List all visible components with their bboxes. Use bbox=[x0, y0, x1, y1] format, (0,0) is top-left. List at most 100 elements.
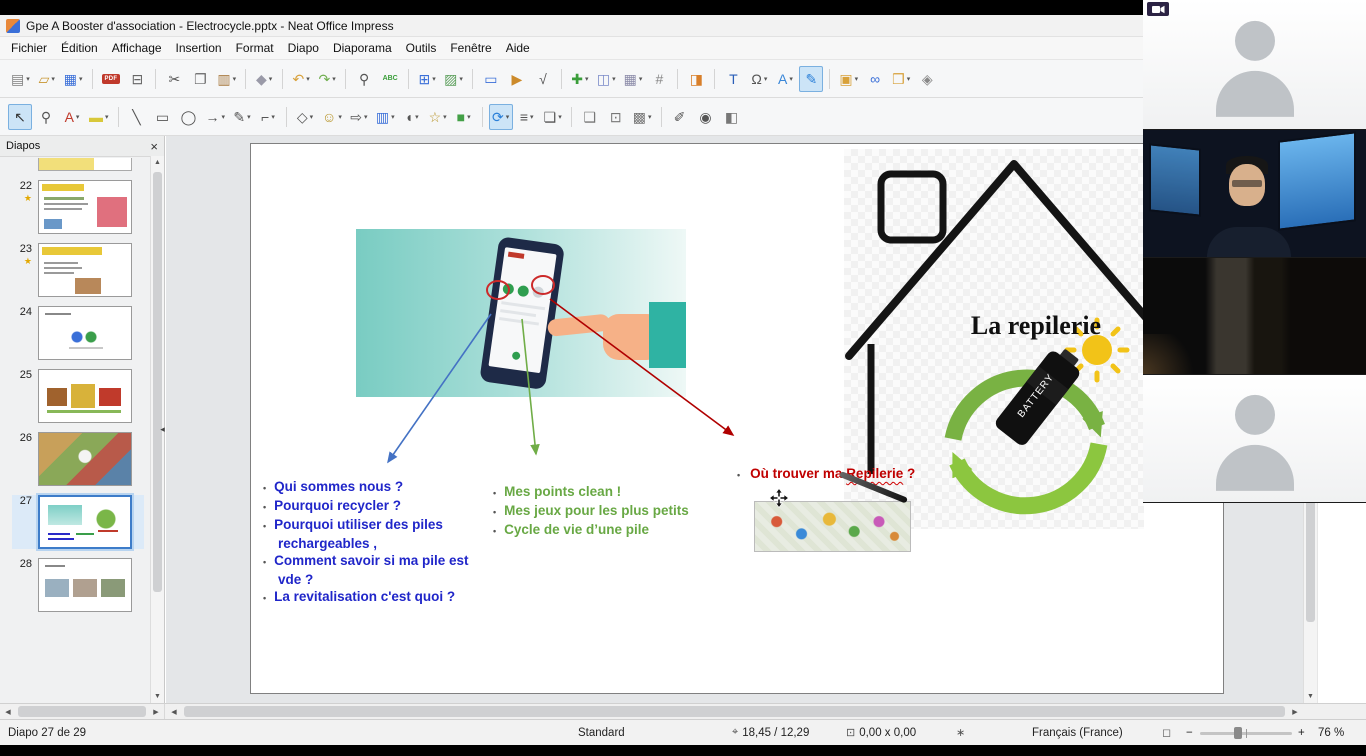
save-icon[interactable]: ▦ bbox=[61, 66, 86, 92]
house-title[interactable]: La repilerie bbox=[951, 311, 1121, 341]
panel-collapse-handle[interactable]: ◂ bbox=[158, 415, 167, 443]
gallery-icon[interactable]: ▣ bbox=[836, 66, 861, 92]
start-slideshow-icon[interactable]: ◨ bbox=[684, 66, 708, 92]
hyperlink-icon[interactable]: ∞ bbox=[863, 66, 887, 92]
menu-fenetre[interactable]: Fenêtre bbox=[443, 38, 498, 58]
flowchart-icon[interactable]: ▥ bbox=[373, 104, 398, 130]
special-character-icon[interactable]: Ω bbox=[747, 66, 771, 92]
edit-points-icon[interactable]: ✐ bbox=[668, 104, 692, 130]
redo-icon[interactable]: ↷ bbox=[315, 66, 339, 92]
scroll-right-icon[interactable]: ▶ bbox=[1287, 704, 1303, 719]
slide-thumbnail-image[interactable] bbox=[38, 306, 132, 360]
scrollbar-thumb[interactable] bbox=[153, 172, 162, 592]
scroll-down-icon[interactable]: ▼ bbox=[1304, 693, 1317, 700]
curve-icon[interactable]: ✎ bbox=[230, 104, 254, 130]
menu-edition[interactable]: Édition bbox=[54, 38, 105, 58]
insert-line-icon[interactable]: ╲ bbox=[125, 104, 149, 130]
symbol-shapes-icon[interactable]: ☺ bbox=[319, 104, 345, 130]
image-filter-icon[interactable]: ▩ bbox=[630, 104, 655, 130]
blue-list-item[interactable]: Pourquoi utiliser des piles rechargeable… bbox=[263, 516, 471, 552]
helplines-icon[interactable]: # bbox=[647, 66, 671, 92]
scroll-down-icon[interactable]: ▼ bbox=[151, 693, 164, 700]
zoom-in-button[interactable]: + bbox=[1298, 720, 1305, 745]
menu-aide[interactable]: Aide bbox=[499, 38, 537, 58]
cut-icon[interactable]: ✂ bbox=[162, 66, 186, 92]
basic-shapes-icon[interactable]: ◇ bbox=[293, 104, 317, 130]
green-list-item[interactable]: Mes points clean ! bbox=[493, 483, 728, 502]
slide-thumbnail-partial[interactable] bbox=[38, 158, 132, 171]
menu-diapo[interactable]: Diapo bbox=[281, 38, 326, 58]
slide-thumbnail-25[interactable]: 25 bbox=[12, 369, 144, 423]
insert-media-icon[interactable]: ▶ bbox=[505, 66, 529, 92]
font-color-icon[interactable]: A bbox=[60, 104, 84, 130]
menu-format[interactable]: Format bbox=[229, 38, 281, 58]
slide-thumbnail-image[interactable] bbox=[38, 495, 132, 549]
new-slide-icon[interactable]: ✚ bbox=[568, 66, 592, 92]
scroll-right-icon[interactable]: ▶ bbox=[148, 704, 164, 719]
panel-horizontal-scrollbar[interactable]: ◀ ▶ bbox=[0, 704, 165, 719]
connector-icon[interactable]: ⌐ bbox=[256, 104, 280, 130]
paste-icon[interactable]: ▥ bbox=[214, 66, 239, 92]
slide-thumbnail-23[interactable]: 23 ★ bbox=[12, 243, 144, 297]
block-arrows-icon[interactable]: ⇨ bbox=[347, 104, 371, 130]
rotate-icon[interactable]: ⟳ bbox=[489, 104, 513, 130]
participant-tile-2-video[interactable] bbox=[1143, 130, 1366, 258]
stars-banners-icon[interactable]: ☆ bbox=[426, 104, 450, 130]
blue-list-item[interactable]: Comment savoir si ma pile est vde ? bbox=[263, 552, 471, 588]
participant-tile-1[interactable] bbox=[1143, 0, 1366, 130]
participant-tile-3-video[interactable] bbox=[1143, 258, 1366, 375]
blue-list-item[interactable]: La revitalisation c'est quoi ? bbox=[263, 588, 471, 607]
slide-thumbnail-image[interactable] bbox=[38, 432, 132, 486]
slide-thumbnail-image[interactable] bbox=[38, 243, 132, 297]
scroll-left-icon[interactable]: ◀ bbox=[166, 704, 182, 719]
slide-thumbnail-24[interactable]: 24 bbox=[12, 306, 144, 360]
zoom-out-button[interactable]: − bbox=[1186, 720, 1193, 745]
find-replace-icon[interactable]: ⚲ bbox=[352, 66, 376, 92]
language-status[interactable]: Français (France) bbox=[1032, 720, 1123, 745]
align-objects-icon[interactable]: ≡ bbox=[515, 104, 539, 130]
smartphone-illustration[interactable] bbox=[479, 236, 565, 390]
document-horizontal-scrollbar[interactable]: ◀ ▶ bbox=[166, 704, 1303, 719]
slide-thumbnail-22[interactable]: 22 ★ bbox=[12, 180, 144, 234]
menu-insertion[interactable]: Insertion bbox=[169, 38, 229, 58]
scroll-up-icon[interactable]: ▲ bbox=[151, 159, 164, 166]
3d-objects-icon[interactable]: ■ bbox=[452, 104, 476, 130]
highlight-color-icon[interactable]: ▬ bbox=[86, 104, 112, 130]
text-box-icon[interactable]: T bbox=[721, 66, 745, 92]
menu-fichier[interactable]: Fichier bbox=[4, 38, 54, 58]
navigator-icon[interactable]: ◈ bbox=[915, 66, 939, 92]
media-gallery-icon[interactable]: ❒ bbox=[889, 66, 913, 92]
copy-icon[interactable]: ❐ bbox=[188, 66, 212, 92]
slide-thumbnail-image[interactable] bbox=[38, 180, 132, 234]
green-list-item[interactable]: Cycle de vie d’une pile bbox=[493, 521, 728, 540]
spelling-icon[interactable]: ABC bbox=[378, 66, 402, 92]
display-grid-icon[interactable]: ▦ bbox=[621, 66, 646, 92]
scroll-left-icon[interactable]: ◀ bbox=[0, 704, 16, 719]
line-arrow-icon[interactable]: → bbox=[203, 104, 229, 130]
red-topic-heading[interactable]: Où trouver ma Repilerie ? bbox=[737, 466, 915, 481]
zoom-slider-thumb[interactable] bbox=[1234, 727, 1242, 739]
map-image[interactable] bbox=[754, 501, 911, 552]
crop-image-icon[interactable]: ⊡ bbox=[604, 104, 628, 130]
clone-formatting-icon[interactable]: ◆ bbox=[252, 66, 276, 92]
close-icon[interactable]: × bbox=[150, 140, 158, 153]
new-document-icon[interactable]: ▤ bbox=[8, 66, 33, 92]
print-icon[interactable]: ⊟ bbox=[125, 66, 149, 92]
undo-icon[interactable]: ↶ bbox=[289, 66, 313, 92]
scrollbar-thumb[interactable] bbox=[18, 706, 146, 717]
show-draw-functions-icon[interactable]: ✎ bbox=[799, 66, 823, 92]
scrollbar-thumb[interactable] bbox=[184, 706, 1285, 717]
slide-thumbnail-26[interactable]: 26 bbox=[12, 432, 144, 486]
callouts-icon[interactable]: ◖ bbox=[400, 104, 424, 130]
toggle-extrusion-icon[interactable]: ◧ bbox=[720, 104, 744, 130]
insert-formula-icon[interactable]: √ bbox=[531, 66, 555, 92]
insert-image-icon[interactable]: ▨ bbox=[441, 66, 466, 92]
slide-thumbnail-image[interactable] bbox=[38, 558, 132, 612]
export-pdf-icon[interactable]: PDF bbox=[99, 66, 124, 92]
green-list-item[interactable]: Mes jeux pour les plus petits bbox=[493, 502, 728, 521]
zoom-slider[interactable] bbox=[1200, 726, 1292, 740]
fontwork-icon[interactable]: A bbox=[773, 66, 797, 92]
zoom-percent-status[interactable]: 76 % bbox=[1318, 720, 1344, 745]
glue-points-icon[interactable]: ◉ bbox=[694, 104, 718, 130]
open-icon[interactable]: ▱ bbox=[35, 66, 59, 92]
